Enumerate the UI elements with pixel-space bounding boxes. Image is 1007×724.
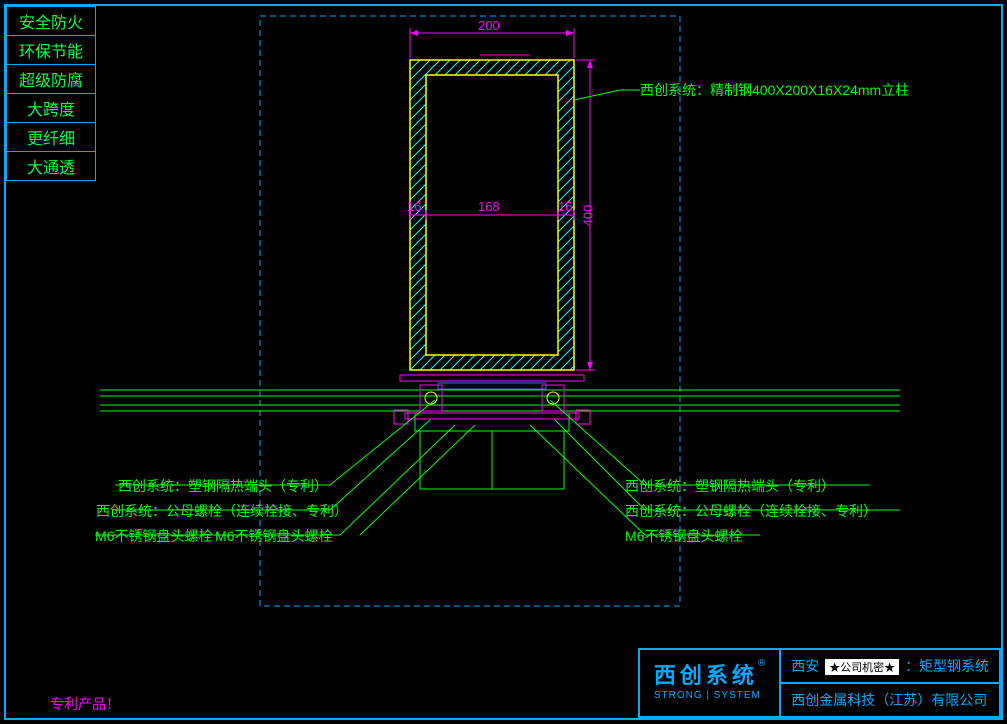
title-block: 西创系统® STRONG | SYSTEM 西安 ★公司机密★ ：矩型钢系统 西…	[638, 648, 1001, 718]
title-prefix: 西安	[791, 658, 819, 674]
dim-16b: 16	[558, 199, 572, 214]
leader-column	[574, 90, 620, 100]
label-thermal-left: 西创系统：塑钢隔热端头（专利）	[118, 476, 328, 496]
title-block-row-2: 西创金属科技（江苏）有限公司	[781, 684, 999, 716]
dim-400: 400	[580, 205, 595, 227]
label-column: 西创系统：精制钢400X200X16X24mm立柱	[640, 80, 909, 100]
bracket-assembly	[394, 375, 590, 489]
title-block-row-1: 西安 ★公司机密★ ：矩型钢系统	[781, 650, 999, 684]
dim-200: 200	[478, 18, 500, 33]
dim-16a: 16	[407, 199, 421, 214]
registered-icon: ®	[758, 658, 765, 669]
title-block-info: 西安 ★公司机密★ ：矩型钢系统 西创金属科技（江苏）有限公司	[781, 650, 999, 716]
logo-sub: STRONG | SYSTEM	[654, 690, 765, 701]
label-m6-left-b: M6不锈钢盘头螺栓	[215, 526, 332, 546]
cad-drawing	[0, 0, 1007, 724]
glazing-lines	[100, 390, 900, 411]
label-thermal-right: 西创系统：塑钢隔热端头（专利）	[625, 476, 835, 496]
dim-168: 168	[478, 199, 500, 214]
patent-note: 专利产品！	[50, 694, 120, 714]
logo-main: 西创系统	[654, 663, 758, 688]
label-m6-right: M6不锈钢盘头螺栓	[625, 526, 742, 546]
label-m6-left-a: M6不锈钢盘头螺栓	[95, 526, 212, 546]
title-block-logo: 西创系统® STRONG | SYSTEM	[640, 650, 781, 716]
confidential-badge: ★公司机密★	[825, 659, 899, 675]
label-bolt-left: 西创系统：公母螺栓（连续栓接、专利）	[96, 501, 348, 521]
title-suffix: ：矩型钢系统	[905, 658, 989, 674]
label-bolt-right: 西创系统：公母螺栓（连续栓接、专利）	[625, 501, 877, 521]
